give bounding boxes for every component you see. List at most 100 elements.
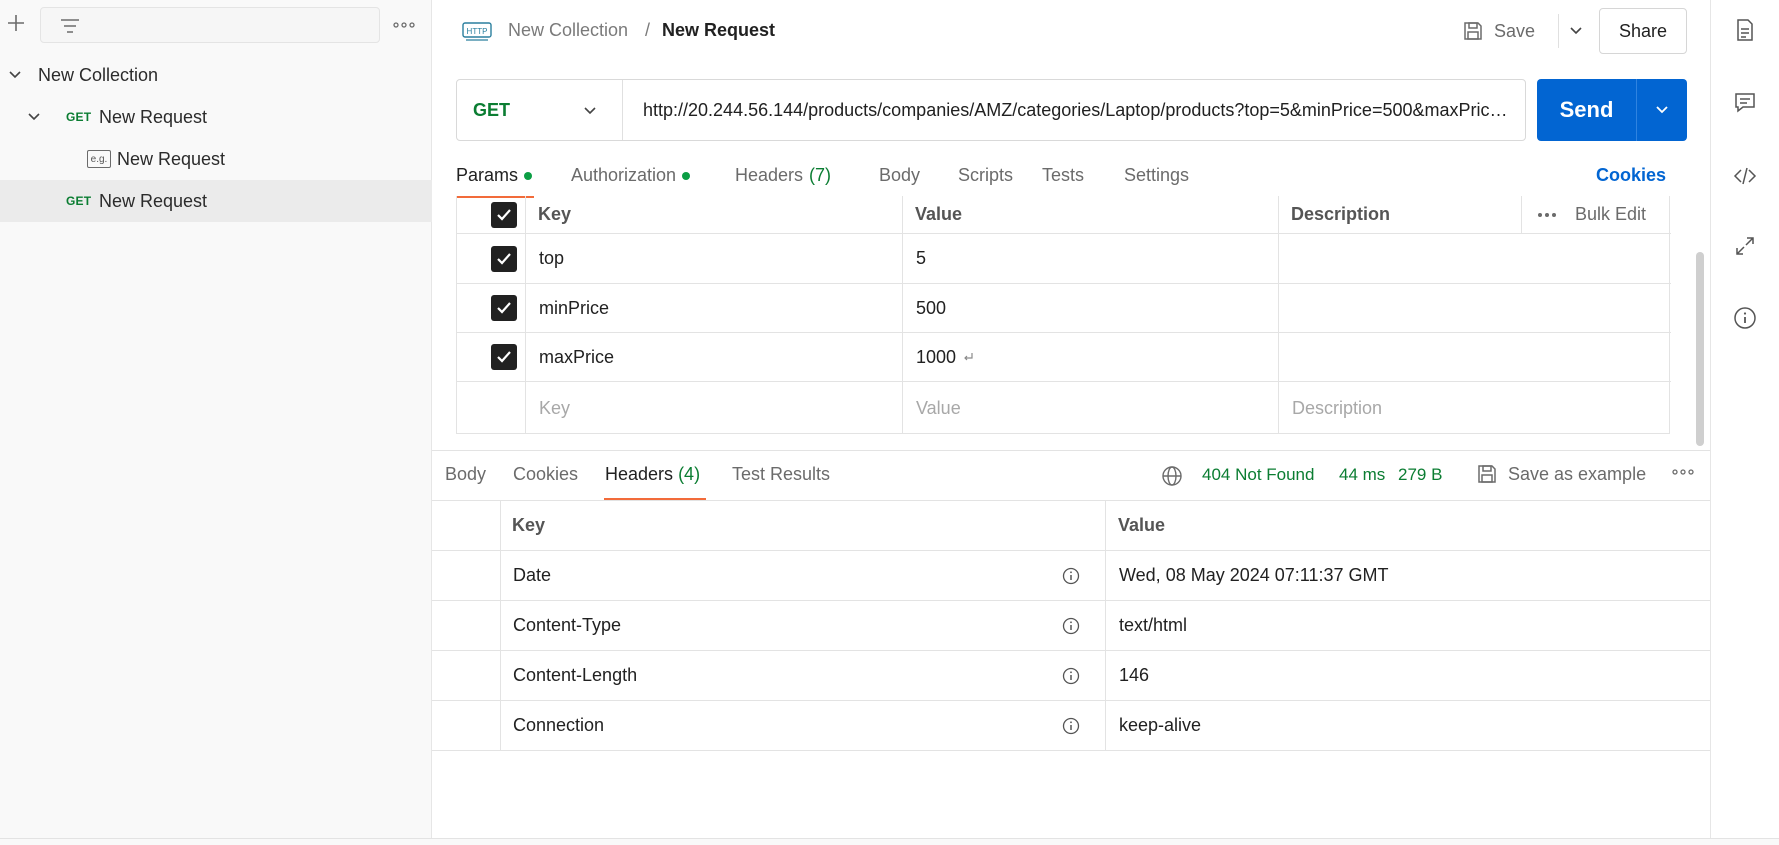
- app-window: New Collection GET New Request e.g. New …: [0, 0, 1779, 845]
- param-key[interactable]: minPrice: [539, 284, 609, 332]
- header-value: text/html: [1119, 615, 1188, 635]
- send-options-icon[interactable]: [1637, 79, 1687, 141]
- sidebar: New Collection GET New Request e.g. New …: [0, 0, 432, 845]
- info-icon[interactable]: [1062, 567, 1080, 585]
- tab-response-headers-label: Headers: [605, 464, 674, 484]
- table-row: top 5: [457, 234, 1671, 284]
- method-select[interactable]: GET: [457, 80, 623, 140]
- save-button[interactable]: Save: [1462, 14, 1535, 48]
- info-icon[interactable]: [1062, 667, 1080, 685]
- sidebar-request-item[interactable]: GET New Request: [0, 96, 432, 138]
- chevron-down-icon: [584, 107, 596, 115]
- param-value[interactable]: 500: [916, 284, 946, 332]
- method-badge: GET: [66, 110, 92, 124]
- more-options-icon[interactable]: [390, 13, 418, 37]
- code-icon[interactable]: [1733, 164, 1757, 188]
- chevron-down-icon[interactable]: [26, 109, 42, 125]
- params-table: Key Value Description Bulk Edit top 5 mi…: [456, 196, 1671, 434]
- header-key: Content-Type: [513, 615, 622, 635]
- row-checkbox[interactable]: [491, 344, 517, 370]
- table-row: Date Wed, 08 May 2024 07:11:37 GMT: [432, 551, 1710, 601]
- column-header-value: Value: [1118, 515, 1166, 535]
- response-size[interactable]: 279 B: [1398, 465, 1442, 485]
- bulk-edit-button[interactable]: Bulk Edit: [1575, 196, 1646, 233]
- url-bar: GET http://20.244.56.144/products/compan…: [456, 79, 1526, 141]
- tab-scripts[interactable]: Scripts: [958, 165, 1013, 186]
- response-time[interactable]: 44 ms: [1339, 465, 1385, 485]
- tab-headers[interactable]: Headers (7): [735, 165, 831, 186]
- more-options-icon[interactable]: [1672, 469, 1694, 475]
- tab-response-headers[interactable]: Headers (4): [605, 464, 700, 485]
- globe-icon[interactable]: [1160, 464, 1184, 488]
- filter-icon: [61, 19, 79, 33]
- header-key: Connection: [513, 715, 605, 735]
- table-row: Content-Type text/html: [432, 601, 1710, 651]
- value-placeholder[interactable]: Value: [916, 382, 961, 434]
- example-label: New Request: [117, 148, 226, 169]
- select-all-checkbox[interactable]: [491, 201, 517, 228]
- header-value: keep-alive: [1119, 715, 1202, 735]
- comments-icon[interactable]: [1733, 90, 1757, 114]
- status-bar: [0, 838, 1779, 845]
- documentation-icon[interactable]: [1733, 18, 1757, 42]
- http-icon: HTTP: [462, 22, 492, 41]
- request-tabs: Params Authorization Headers (7) Body Scr…: [456, 156, 1696, 198]
- tab-response-body[interactable]: Body: [445, 464, 486, 485]
- info-icon[interactable]: [1062, 717, 1080, 735]
- param-key[interactable]: maxPrice: [539, 333, 614, 381]
- table-row: Connection keep-alive: [432, 701, 1710, 751]
- response-headers-count: (4): [678, 464, 701, 484]
- column-header-description: Description: [1291, 204, 1391, 224]
- row-checkbox[interactable]: [491, 295, 517, 321]
- request-label: New Request: [99, 190, 208, 211]
- tab-params[interactable]: Params: [456, 165, 533, 186]
- collection-item[interactable]: New Collection: [0, 54, 432, 96]
- tab-authorization-label: Authorization: [571, 165, 677, 185]
- send-button[interactable]: Send: [1537, 79, 1687, 141]
- param-value-cell[interactable]: 1000: [916, 333, 974, 381]
- add-icon[interactable]: [2, 9, 30, 37]
- more-options-icon[interactable]: [1537, 196, 1557, 233]
- method-badge: GET: [66, 194, 92, 208]
- tab-test-results[interactable]: Test Results: [732, 464, 830, 485]
- request-header: HTTP New Collection / New Request Save S…: [432, 0, 1710, 64]
- tab-settings[interactable]: Settings: [1124, 165, 1189, 186]
- sidebar-example-item[interactable]: e.g. New Request: [0, 138, 432, 180]
- breadcrumb-request[interactable]: New Request: [662, 20, 775, 41]
- cookies-link[interactable]: Cookies: [1596, 165, 1666, 186]
- row-checkbox[interactable]: [491, 245, 517, 272]
- tab-response-cookies[interactable]: Cookies: [513, 464, 578, 485]
- main-panel: HTTP New Collection / New Request Save S…: [432, 0, 1710, 845]
- table-header-row: Key Value Description Bulk Edit: [457, 196, 1671, 234]
- table-row: Content-Length 146: [432, 651, 1710, 701]
- related-requests-icon[interactable]: [1733, 234, 1757, 258]
- filter-input[interactable]: [40, 7, 380, 43]
- url-input[interactable]: http://20.244.56.144/products/companies/…: [623, 80, 1525, 140]
- share-button[interactable]: Share: [1599, 8, 1687, 54]
- param-value[interactable]: 5: [916, 234, 926, 283]
- param-key[interactable]: top: [539, 234, 564, 283]
- table-row: minPrice 500: [457, 284, 1671, 333]
- scrollbar[interactable]: [1696, 252, 1704, 446]
- info-icon[interactable]: [1062, 617, 1080, 635]
- breadcrumb-collection[interactable]: New Collection: [508, 20, 628, 41]
- response-tabs: Body Cookies Headers (4) Test Results 40…: [432, 451, 1710, 501]
- method-label: GET: [473, 99, 511, 120]
- description-placeholder[interactable]: Description: [1292, 382, 1382, 434]
- newline-icon: [964, 353, 973, 361]
- tab-tests[interactable]: Tests: [1042, 165, 1084, 186]
- info-icon[interactable]: [1733, 306, 1757, 330]
- save-as-example-button[interactable]: Save as example: [1476, 463, 1646, 485]
- save-icon: [1478, 465, 1496, 483]
- tab-authorization[interactable]: Authorization: [571, 165, 691, 186]
- status-code[interactable]: 404 Not Found: [1202, 465, 1314, 485]
- sidebar-request-item[interactable]: GET New Request: [0, 180, 432, 222]
- chevron-down-icon[interactable]: [7, 67, 23, 83]
- breadcrumb-separator: /: [645, 20, 651, 40]
- table-header-row: Key Value: [432, 501, 1710, 551]
- tab-body[interactable]: Body: [879, 165, 920, 186]
- send-label[interactable]: Send: [1537, 79, 1637, 141]
- key-placeholder[interactable]: Key: [539, 382, 570, 434]
- column-header-key: Key: [512, 515, 546, 535]
- save-options-icon[interactable]: [1558, 14, 1592, 48]
